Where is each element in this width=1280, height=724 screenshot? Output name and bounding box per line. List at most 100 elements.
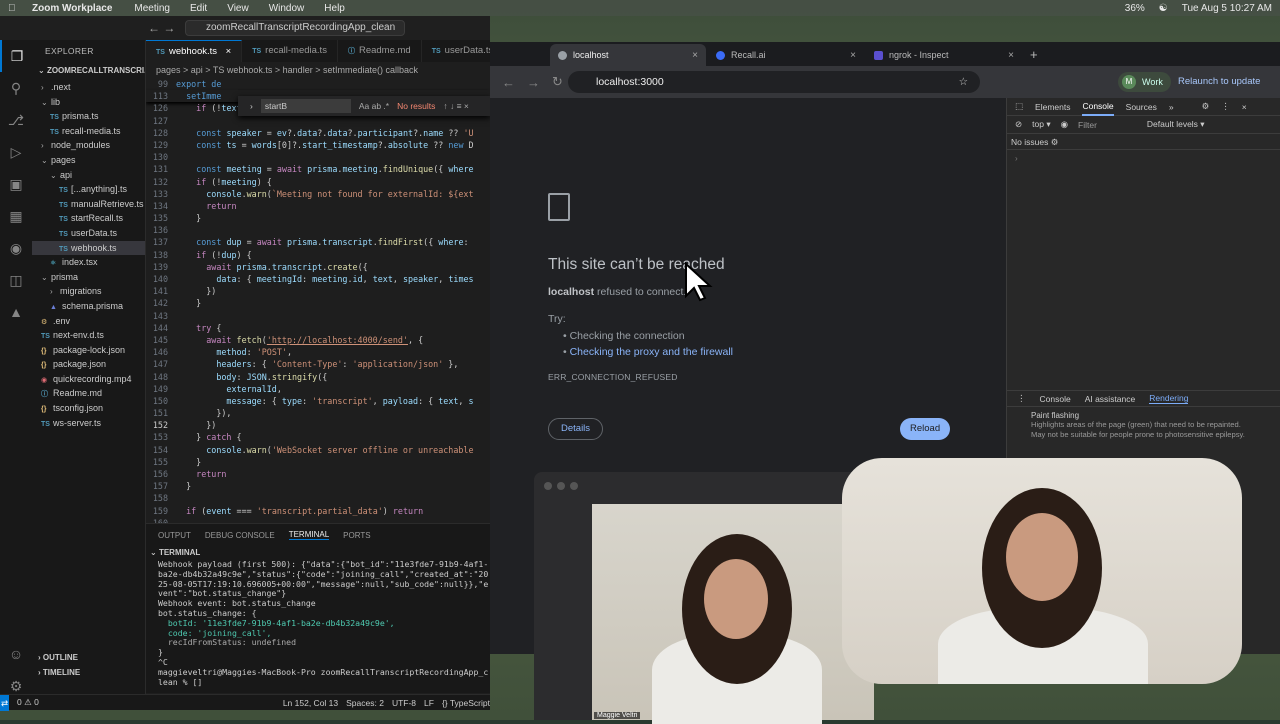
tree-item[interactable]: ▲schema.prisma: [32, 299, 145, 314]
code-line[interactable]: 144 try {: [146, 322, 490, 334]
tree-item[interactable]: {}package-lock.json: [32, 343, 145, 358]
tree-item[interactable]: TSmanualRetrieve.ts: [32, 197, 145, 212]
reload-button[interactable]: Reload: [900, 418, 950, 440]
workspace-root[interactable]: ⌄ ZOOMRECALLTRANSCRI...: [32, 62, 145, 80]
panel-tab[interactable]: TERMINAL: [289, 530, 329, 540]
tree-item[interactable]: {}tsconfig.json: [32, 401, 145, 416]
clock[interactable]: Tue Aug 5 10:27 AM: [1182, 3, 1272, 14]
tree-item[interactable]: TSnext-env.d.ts: [32, 328, 145, 343]
tree-item[interactable]: TSuserData.ts: [32, 226, 145, 241]
drawer-tab-console[interactable]: Console: [1040, 394, 1071, 404]
code-line[interactable]: 151 }),: [146, 407, 490, 419]
new-tab-icon[interactable]: +: [1030, 44, 1038, 66]
extensions-icon[interactable]: ▦: [0, 200, 32, 232]
details-button[interactable]: Details: [548, 418, 603, 440]
menu-view[interactable]: View: [227, 3, 249, 14]
code-line[interactable]: 133 console.warn(`Meeting not found for …: [146, 188, 490, 200]
code-line[interactable]: 149 externalId,: [146, 383, 490, 395]
tree-item[interactable]: ›migrations: [32, 284, 145, 299]
code-line[interactable]: 136: [146, 224, 490, 236]
close-icon[interactable]: ×: [850, 50, 856, 61]
remote-icon[interactable]: ⇄: [0, 695, 9, 711]
tree-item[interactable]: ⌄prisma: [32, 270, 145, 285]
editor-tab[interactable]: TSuserData.ts: [422, 40, 490, 62]
code-line[interactable]: 127: [146, 115, 490, 127]
prisma-icon[interactable]: ▲: [0, 296, 32, 328]
editor-tab[interactable]: TSwebhook.ts ×: [146, 40, 242, 62]
code-line[interactable]: 143: [146, 310, 490, 322]
tree-item[interactable]: ⌄api: [32, 168, 145, 183]
code-line[interactable]: 142 }: [146, 297, 490, 309]
code-line[interactable]: 131 const meeting = await prisma.meeting…: [146, 163, 490, 175]
panel-tab[interactable]: PORTS: [343, 531, 370, 540]
context-select[interactable]: top ▾: [1032, 119, 1050, 130]
code-line[interactable]: 129 const ts = words[0]?.start_timestamp…: [146, 139, 490, 151]
explorer-icon[interactable]: ❐: [0, 40, 32, 72]
battery-status[interactable]: 36%: [1125, 3, 1145, 14]
tree-item[interactable]: ⌄lib: [32, 95, 145, 110]
encoding[interactable]: UTF-8: [392, 698, 416, 708]
address-bar[interactable]: localhost:3000 ☆: [568, 71, 980, 93]
tab-ngrok[interactable]: ngrok - Inspect×: [866, 44, 1022, 66]
source-control-icon[interactable]: ⎇: [0, 104, 32, 136]
menu-help[interactable]: Help: [324, 3, 345, 14]
code-line[interactable]: 153 } catch {: [146, 431, 490, 443]
tree-item[interactable]: {}package.json: [32, 357, 145, 372]
tree-item[interactable]: ⓘReadme.md: [32, 386, 145, 401]
bookmark-star-icon[interactable]: ☆: [959, 71, 968, 93]
menu-edit[interactable]: Edit: [190, 3, 207, 14]
copilot-icon[interactable]: ◉: [0, 232, 32, 264]
account-icon[interactable]: ☺: [0, 638, 32, 670]
cursor-position[interactable]: Ln 152, Col 13: [283, 698, 338, 708]
outline-section[interactable]: › OUTLINE: [32, 650, 146, 665]
tab-recall[interactable]: Recall.ai×: [708, 44, 864, 66]
find-nav-icon[interactable]: ↑ ↓ ≡ ×: [443, 101, 469, 111]
code-line[interactable]: 159 if (event === 'transcript.partial_da…: [146, 505, 490, 517]
more-tabs-icon[interactable]: »: [1169, 102, 1174, 112]
suggestion-proxy-link[interactable]: • Checking the proxy and the firewall: [563, 344, 733, 360]
close-icon[interactable]: ×: [226, 46, 232, 57]
code-line[interactable]: 150 message: { type: 'transcript', paylo…: [146, 395, 490, 407]
remote-explorer-icon[interactable]: ▣: [0, 168, 32, 200]
levels-select[interactable]: Default levels ▾: [1147, 119, 1205, 130]
terminal-output[interactable]: Webhook payload (first 500): {"data":{"b…: [146, 560, 490, 687]
code-line[interactable]: 158: [146, 492, 490, 504]
tree-item[interactable]: TSstartRecall.ts: [32, 211, 145, 226]
wifi-icon[interactable]: ☯: [1159, 3, 1168, 14]
tree-item[interactable]: ⌄pages: [32, 153, 145, 168]
tree-item[interactable]: ›node_modules: [32, 138, 145, 153]
tree-item[interactable]: TSwebhook.ts: [32, 241, 145, 256]
code-line[interactable]: 156 return: [146, 468, 490, 480]
tree-item[interactable]: TSprisma.ts: [32, 109, 145, 124]
paint-flashing-option[interactable]: Paint flashing Highlights areas of the p…: [1031, 411, 1251, 439]
panel-tab[interactable]: OUTPUT: [158, 531, 191, 540]
relaunch-button[interactable]: Relaunch to update: [1178, 72, 1260, 92]
clear-console-icon[interactable]: ⊘: [1015, 119, 1022, 130]
match-options-icon[interactable]: Aa ab .*: [359, 101, 389, 111]
code-line[interactable]: 139 await prisma.transcript.create({: [146, 261, 490, 273]
tree-item[interactable]: ◉quickrecording.mp4: [32, 372, 145, 387]
drawer-menu-icon[interactable]: ⋮: [1017, 393, 1026, 404]
code-line[interactable]: 148 body: JSON.stringify({: [146, 371, 490, 383]
tab-sources[interactable]: Sources: [1126, 102, 1157, 112]
find-input[interactable]: startB: [261, 99, 351, 113]
tab-console[interactable]: Console: [1082, 98, 1113, 116]
code-line[interactable]: 154 console.warn('WebSocket server offli…: [146, 444, 490, 456]
tab-localhost[interactable]: localhost×: [550, 44, 706, 66]
tree-item[interactable]: TS[...anything].ts: [32, 182, 145, 197]
docker-icon[interactable]: ◫: [0, 264, 32, 296]
command-center-search[interactable]: zoomRecallTranscriptRecordingApp_clean: [185, 20, 405, 36]
problems-count[interactable]: 0 ⚠ 0: [17, 697, 39, 708]
eye-icon[interactable]: ◉: [1061, 119, 1068, 130]
tree-item[interactable]: ⚙.env: [32, 314, 145, 329]
code-line[interactable]: 157 }: [146, 480, 490, 492]
timeline-section[interactable]: › TIMELINE: [32, 665, 146, 680]
forward-icon[interactable]: →: [527, 75, 540, 90]
menu-meeting[interactable]: Meeting: [134, 3, 170, 14]
code-line[interactable]: 147 headers: { 'Content-Type': 'applicat…: [146, 358, 490, 370]
panel-tab[interactable]: DEBUG CONSOLE: [205, 531, 275, 540]
code-line[interactable]: 145 await fetch('http://localhost:4000/s…: [146, 334, 490, 346]
code-line[interactable]: 132 if (!meeting) {: [146, 176, 490, 188]
window-controls[interactable]: [544, 482, 578, 490]
sticky-scroll-line[interactable]: 99export de: [146, 78, 490, 90]
